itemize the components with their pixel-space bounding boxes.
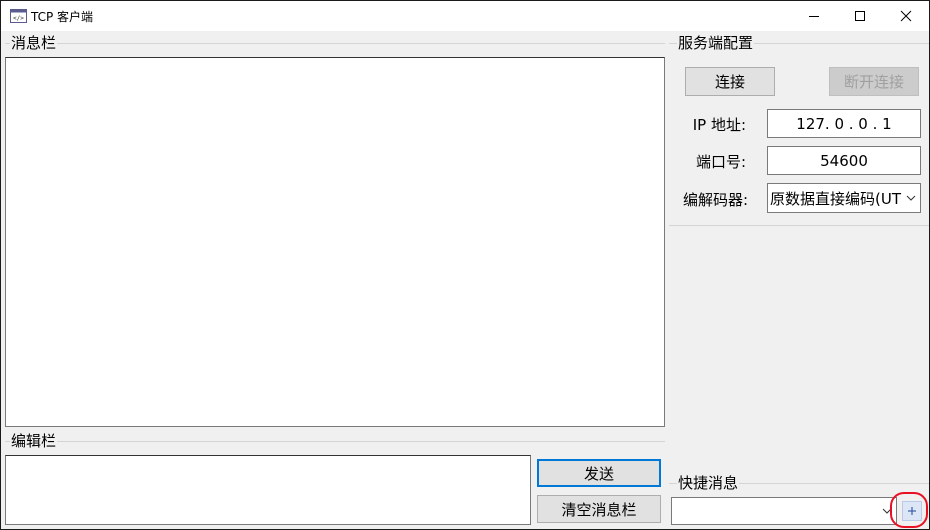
message-panel-label: 消息栏 [10,34,58,52]
message-input[interactable] [5,455,531,525]
message-display[interactable] [5,57,665,427]
codec-select[interactable]: 原数据直接编码(UTF-8) [767,183,921,213]
message-group-border [5,43,665,44]
send-button[interactable]: 发送 [537,459,661,487]
connect-button[interactable]: 连接 [685,67,775,96]
quick-message-label: 快捷消息 [677,474,740,492]
title-bar[interactable]: </> TCP 客户端 [1,1,929,31]
window-title: TCP 客户端 [31,10,94,24]
maximize-button[interactable] [837,1,883,31]
minimize-icon [809,16,819,17]
edit-panel-label: 编辑栏 [10,432,58,450]
codec-label: 编解码器: [682,191,748,209]
svg-text:</>: </> [13,15,24,22]
app-window: </> TCP 客户端 消息栏 编辑栏 发送 清空消息栏 服务端配置 连接 断开… [0,0,930,530]
ip-address-field[interactable]: 127. 0 . 0 . 1 [767,109,921,138]
highlight-circle [890,492,928,528]
edit-group-border [5,441,665,442]
port-field[interactable]: 54600 [767,146,921,175]
close-icon [900,10,912,22]
codec-value: 原数据直接编码(UTF-8) [770,190,921,208]
server-panel-divider [669,225,929,226]
disconnect-button[interactable]: 断开连接 [829,67,919,96]
terminal-icon: </> [10,9,27,23]
server-config-label: 服务端配置 [677,34,755,52]
minimize-button[interactable] [791,1,837,31]
ip-address-label: IP 地址: [692,116,746,134]
quick-message-select[interactable] [671,497,897,525]
maximize-icon [855,11,865,21]
close-button[interactable] [883,1,929,31]
port-label: 端口号: [695,153,746,171]
chevron-down-icon [902,184,920,212]
clear-messages-button[interactable]: 清空消息栏 [537,495,661,523]
